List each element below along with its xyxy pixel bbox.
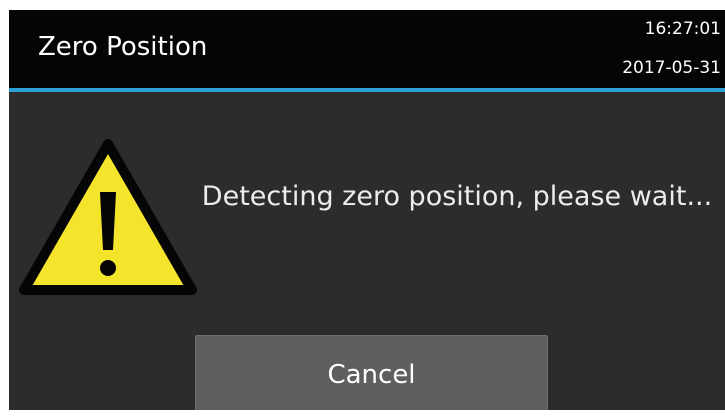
cancel-button[interactable]: Cancel: [195, 335, 548, 410]
header-bar: Zero Position 16:27:01 2017-05-31: [9, 10, 725, 88]
status-message: Detecting zero position, please wait...: [201, 181, 713, 212]
header-divider: [9, 88, 725, 92]
page-title: Zero Position: [38, 32, 208, 62]
zero-position-screen: Zero Position 16:27:01 2017-05-31 Detect…: [9, 10, 725, 410]
warning-triangle-icon: [19, 139, 197, 295]
clock: 16:27:01 2017-05-31: [622, 18, 721, 79]
clock-date: 2017-05-31: [622, 58, 721, 78]
clock-time: 16:27:01: [644, 19, 721, 39]
